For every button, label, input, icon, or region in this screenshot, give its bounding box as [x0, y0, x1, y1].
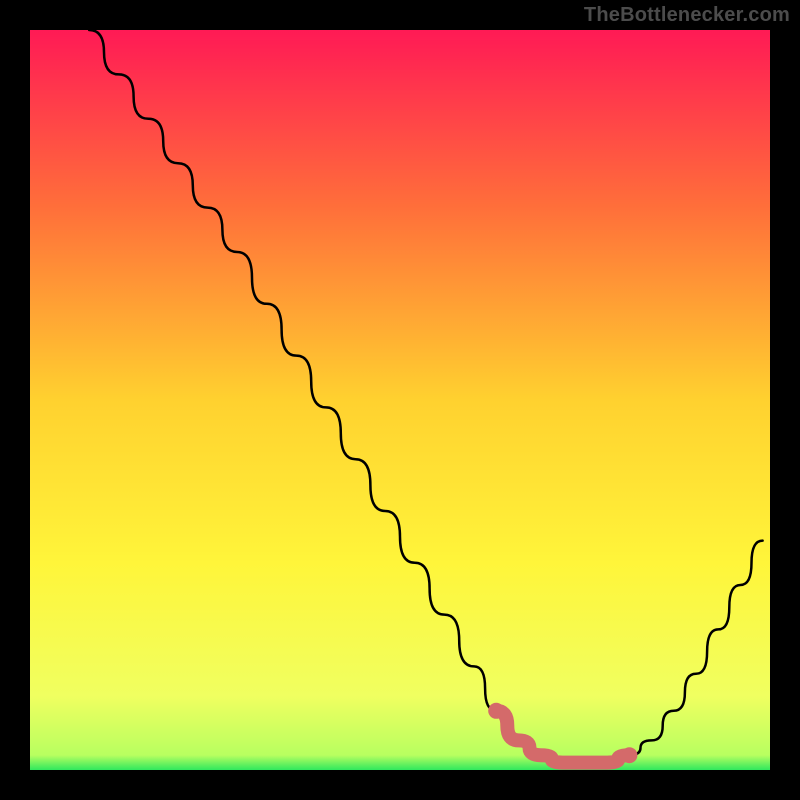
chart-plot	[30, 30, 770, 770]
chart-frame: TheBottlenecker.com	[0, 0, 800, 800]
chart-background	[30, 30, 770, 770]
highlight-endpoint-end	[621, 747, 637, 763]
highlight-endpoint-start	[488, 703, 504, 719]
attribution-link[interactable]: TheBottlenecker.com	[584, 4, 790, 27]
chart-svg	[30, 30, 770, 770]
